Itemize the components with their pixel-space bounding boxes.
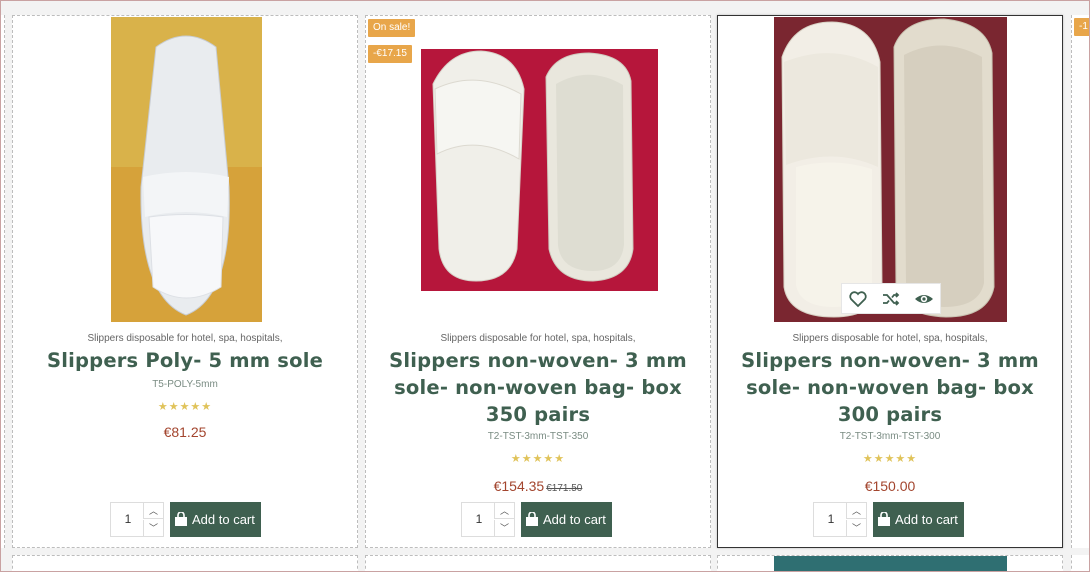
chevron-up-icon[interactable]: ︿ xyxy=(846,503,866,519)
cart-icon xyxy=(526,511,538,526)
product-image[interactable] xyxy=(774,17,1007,322)
quantity-value[interactable]: 1 xyxy=(814,503,848,536)
rating-stars: ★★★★★ xyxy=(862,453,918,465)
product-category[interactable]: Slippers disposable for hotel, spa, hosp… xyxy=(718,333,1062,344)
top-strip xyxy=(0,0,1090,10)
add-to-cart-label: Add to cart xyxy=(895,512,958,527)
product-title[interactable]: Slippers non-woven- 3 mm sole- non-woven… xyxy=(376,347,700,428)
product-image[interactable] xyxy=(111,17,262,322)
chevron-down-icon[interactable]: ﹀ xyxy=(494,520,514,536)
cart-icon xyxy=(878,511,890,526)
add-to-cart-label: Add to cart xyxy=(543,512,606,527)
add-to-cart-button[interactable]: Add to cart xyxy=(170,502,261,537)
slipper-image xyxy=(774,17,1007,322)
product-title[interactable]: Slippers Poly- 5 mm sole xyxy=(23,347,347,374)
add-to-cart-button[interactable]: Add to cart xyxy=(521,502,612,537)
rating-stars: ★★★★★ xyxy=(157,401,213,413)
product-sku: T2-TST-3mm-TST-350 xyxy=(487,431,589,442)
sale-badge: On sale! xyxy=(368,19,416,37)
slipper-image xyxy=(421,49,658,291)
product-category[interactable]: Slippers disposable for hotel, spa, hosp… xyxy=(13,333,357,344)
product-sku: T2-TST-3mm-TST-300 xyxy=(839,431,941,442)
cart-icon xyxy=(175,511,187,526)
edge-discount-badge: -1 xyxy=(1074,18,1090,36)
quantity-value[interactable]: 1 xyxy=(462,503,496,536)
add-to-cart-button[interactable]: Add to cart xyxy=(873,502,964,537)
sale-price: €154.35 xyxy=(493,478,545,494)
product-price: €150.00 xyxy=(864,478,916,494)
edge-card-right-bottom xyxy=(1071,555,1090,572)
old-price: €171.50 xyxy=(546,483,583,494)
add-to-cart-label: Add to cart xyxy=(192,512,255,527)
eye-icon[interactable] xyxy=(913,288,935,310)
edge-card-left xyxy=(0,15,5,548)
product-title[interactable]: Slippers non-woven- 3 mm sole- non-woven… xyxy=(728,347,1052,428)
chevron-up-icon[interactable]: ︿ xyxy=(494,503,514,519)
quantity-stepper[interactable]: 1 ︿ ﹀ xyxy=(461,502,515,537)
next-row-card xyxy=(717,555,1063,572)
next-row-card xyxy=(365,555,711,572)
quick-actions xyxy=(841,283,941,314)
product-card[interactable]: On sale! -€17.15 Slippers disposable for… xyxy=(365,15,711,548)
next-row-image xyxy=(774,556,1007,572)
chevron-up-icon[interactable]: ︿ xyxy=(143,503,163,519)
next-row-card xyxy=(12,555,358,572)
product-card[interactable]: Slippers disposable for hotel, spa, hosp… xyxy=(717,15,1063,548)
discount-badge: -€17.15 xyxy=(368,45,412,63)
rating-stars: ★★★★★ xyxy=(510,453,566,465)
chevron-down-icon[interactable]: ﹀ xyxy=(143,520,163,536)
product-price: €154.35 €171.50 xyxy=(366,478,710,494)
shuffle-icon[interactable] xyxy=(880,288,902,310)
product-category[interactable]: Slippers disposable for hotel, spa, hosp… xyxy=(366,333,710,344)
heart-icon[interactable] xyxy=(847,288,869,310)
product-card[interactable]: Slippers disposable for hotel, spa, hosp… xyxy=(12,15,358,548)
product-price: €81.25 xyxy=(163,424,207,440)
quantity-stepper[interactable]: 1 ︿ ﹀ xyxy=(813,502,867,537)
slipper-image xyxy=(111,17,262,322)
quantity-stepper[interactable]: 1 ︿ ﹀ xyxy=(110,502,164,537)
edge-card-right: -1 xyxy=(1071,15,1090,548)
quantity-value[interactable]: 1 xyxy=(111,503,145,536)
chevron-down-icon[interactable]: ﹀ xyxy=(846,520,866,536)
product-image[interactable] xyxy=(421,49,658,291)
product-sku: T5-POLY-5mm xyxy=(152,379,218,390)
